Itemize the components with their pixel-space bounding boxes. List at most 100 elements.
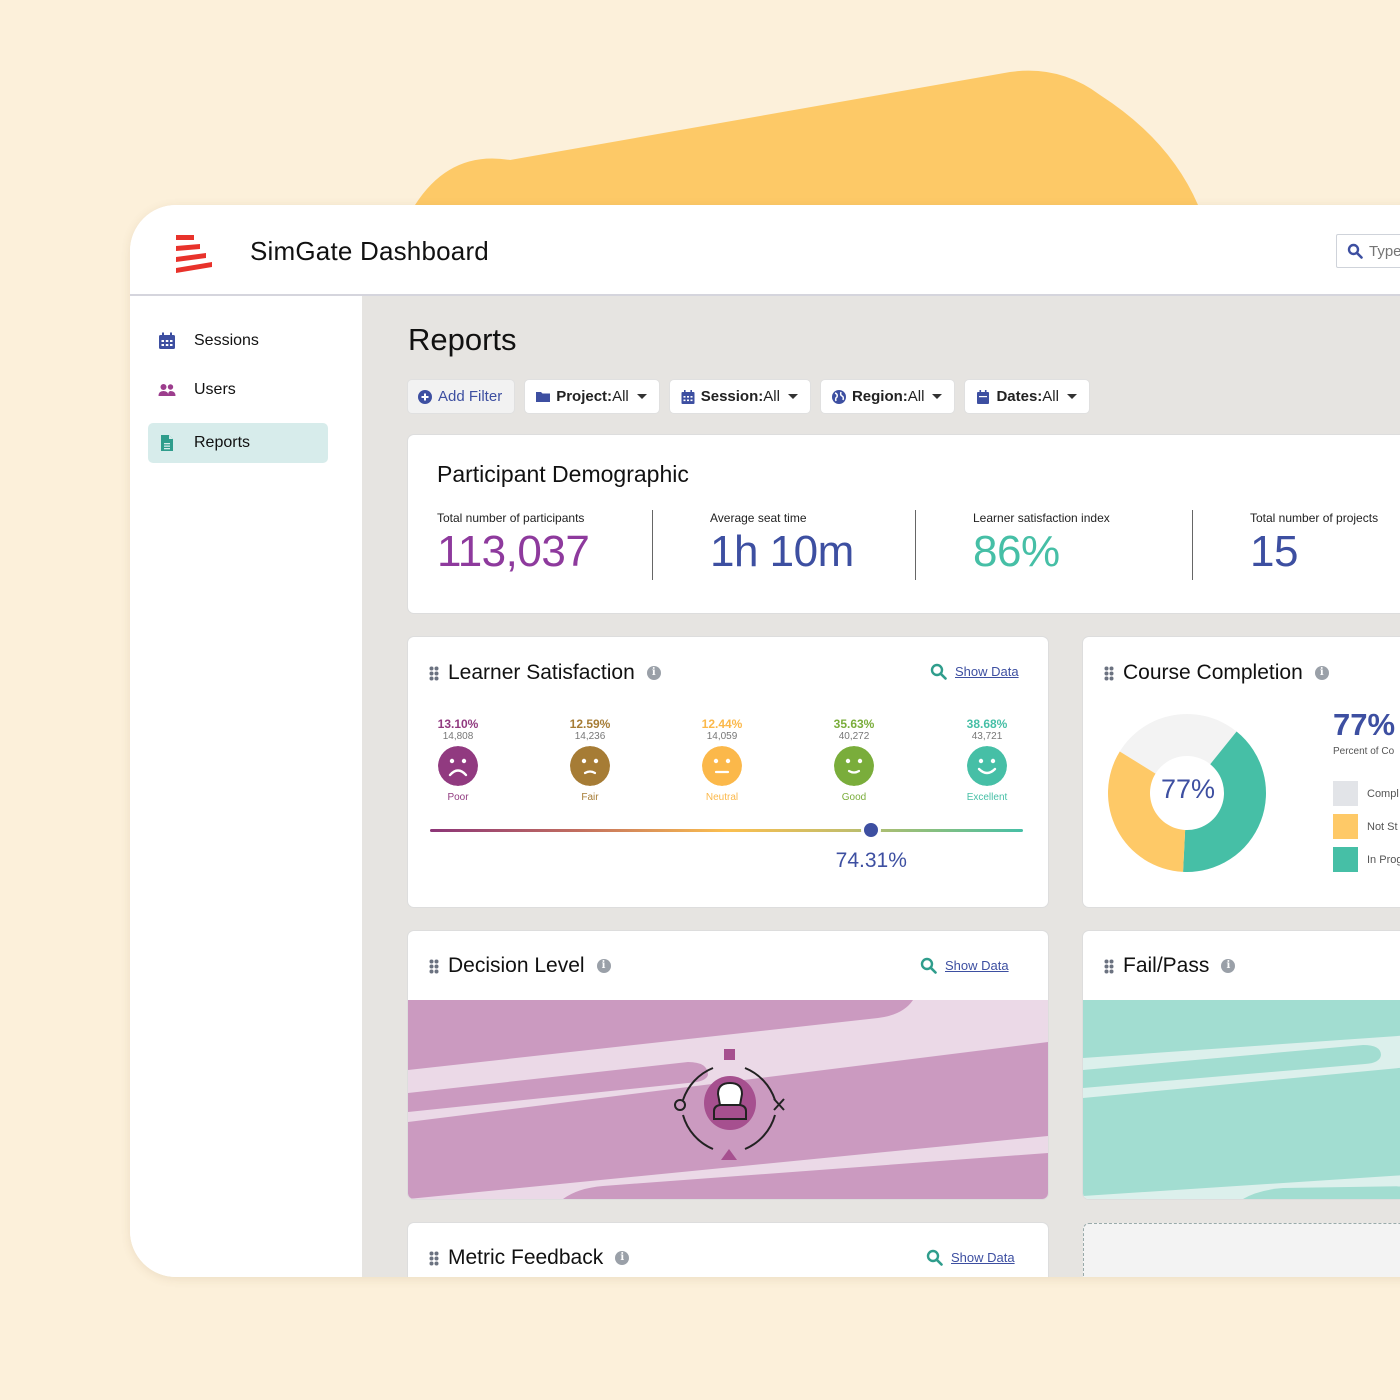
document-icon [161,435,173,451]
donut-center-label: 77% [1161,774,1216,804]
big-smile-face-icon [967,746,1007,786]
fail-pass-illustration [1083,1000,1400,1199]
filter-project[interactable]: Project: All [525,380,659,413]
show-data-label: Show Data [951,1250,1015,1265]
slight-sad-face-icon [570,746,610,786]
filter-key: Region: [851,388,908,405]
add-filter-label: Add Filter [438,388,503,405]
sidebar-item-users[interactable]: Users [148,370,328,410]
stat-value: 86% [973,527,1060,576]
legend-item: Not St [1333,814,1398,839]
stat-label: Total number of participants [437,511,585,525]
show-data-label: Show Data [955,664,1019,679]
level-percent: 13.10% [437,717,479,731]
metric-feedback-card: Metric Feedback i Show Data [408,1223,1048,1277]
stat-satisfaction-index: Learner satisfaction index 86% [973,511,1110,577]
level-count: 14,236 [574,731,606,742]
sidebar-item-label: Reports [194,434,251,451]
level-name: Excellent [966,792,1008,803]
card-header: Fail/Pass i [1104,954,1236,978]
users-icon [158,384,176,396]
show-data-link[interactable]: Show Data [920,957,1009,974]
stat-label: Learner satisfaction index [973,511,1110,525]
card-title: Fail/Pass [1123,954,1210,977]
level-name: Neutral [705,792,739,803]
level-count: 14,808 [442,731,474,742]
level-name: Fair [581,792,599,803]
legend-label: In Prog [1367,853,1400,866]
stat-projects: Total number of projects 15 [1250,511,1378,577]
legend-label: Compl [1367,787,1399,800]
satisfaction-level-poor: 13.10% 14,808 Poor [408,717,508,803]
donut-slice-not-started [1108,751,1186,872]
sidebar-item-label: Users [194,381,236,398]
decision-level-illustration [408,1000,1048,1199]
filter-value: All [907,388,925,405]
level-count: 14,059 [706,731,738,742]
divider [652,510,653,580]
legend-swatch [1333,847,1358,872]
sidebar-item-sessions[interactable]: Sessions [148,321,328,361]
plus-circle-icon [418,389,432,404]
calendar-day-icon [977,389,990,404]
card-title: Course Completion [1123,661,1303,684]
learner-satisfaction-card: Learner Satisfaction i Show Data 13.10% 1… [408,637,1048,907]
app-title: SimGate Dashboard [250,236,489,266]
chevron-down-icon [636,394,647,399]
info-icon[interactable]: i [596,959,611,973]
empty-widget-slot[interactable] [1083,1223,1400,1277]
show-data-link[interactable]: Show Data [930,663,1019,680]
smile-face-icon [834,746,874,786]
drag-handle-icon[interactable] [429,959,439,974]
legend-swatch [1333,781,1358,806]
search-box[interactable] [1336,234,1400,268]
drag-handle-icon[interactable] [1104,666,1114,681]
app-window: SimGate Dashboard Sessions Users Reports… [130,205,1400,1277]
completion-caption: Percent of Co [1333,746,1395,757]
drag-handle-icon[interactable] [429,1251,439,1266]
sidebar-item-label: Sessions [194,332,259,349]
satisfaction-level-excellent: 38.68% 43,721 Excellent [937,717,1037,803]
filter-dates[interactable]: Dates: All [965,380,1089,413]
stat-participants: Total number of participants 113,037 [437,511,590,577]
card-title: Participant Demographic [437,461,689,487]
search-icon [1347,243,1363,259]
decision-level-card: Decision Level i Show Data [408,931,1048,1199]
card-title: Decision Level [448,954,585,977]
divider [915,510,916,580]
satisfaction-level-good: 35.63% 40,272 Good [804,717,904,803]
drag-handle-icon[interactable] [429,666,439,681]
add-filter-button[interactable]: Add Filter [408,380,515,413]
info-icon[interactable]: i [646,666,661,680]
legend-swatch [1333,814,1358,839]
stat-label: Average seat time [710,511,807,525]
stat-value: 113,037 [437,527,590,576]
neutral-face-icon [702,746,742,786]
stat-seat-time: Average seat time 1h 10m [710,511,854,577]
drag-handle-icon[interactable] [1104,959,1114,974]
info-icon[interactable]: i [1221,959,1236,973]
page-title: Reports [408,322,517,357]
card-header: Decision Level i [429,954,611,978]
fail-pass-card: Fail/Pass i [1083,931,1400,1199]
filter-session[interactable]: Session: All [669,380,810,413]
top-bar: SimGate Dashboard [130,205,1400,296]
chevron-down-icon [787,394,798,399]
card-title: Metric Feedback [448,1246,604,1269]
filter-key: Dates: [996,388,1043,405]
stat-value: 15 [1250,527,1298,576]
sidebar-item-reports[interactable]: Reports [148,423,328,463]
chevron-down-icon [1066,394,1077,399]
level-percent: 38.68% [966,717,1008,731]
card-header: Course Completion i [1104,661,1329,685]
show-data-link[interactable]: Show Data [926,1249,1015,1266]
legend-label: Not St [1367,820,1398,833]
filter-key: Project: [556,388,613,405]
info-icon[interactable]: i [615,1251,630,1265]
show-data-label: Show Data [945,958,1009,973]
search-input[interactable] [1369,242,1400,260]
info-icon[interactable]: i [1314,666,1329,680]
completion-headline: 77% [1333,707,1396,742]
filter-region[interactable]: Region: All [820,380,955,413]
filter-value: All [612,388,629,405]
